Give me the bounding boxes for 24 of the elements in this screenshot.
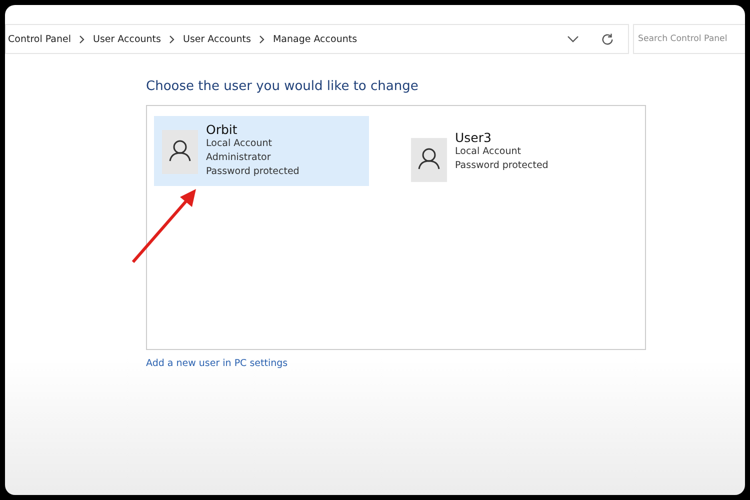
- account-detail: Password protected: [206, 165, 300, 179]
- account-detail: Password protected: [455, 159, 548, 173]
- user-avatar-icon: [162, 130, 198, 174]
- user-avatar-icon: [411, 138, 447, 182]
- account-name: User3: [455, 130, 492, 145]
- breadcrumb-item[interactable]: User Accounts: [93, 34, 161, 44]
- search-field[interactable]: Search Control Panel: [633, 24, 745, 54]
- account-detail: Local Account: [206, 137, 273, 151]
- add-user-link[interactable]: Add a new user in PC settings: [146, 358, 288, 369]
- account-name: Orbit: [206, 122, 238, 137]
- breadcrumb-item[interactable]: User Accounts: [182, 34, 251, 44]
- chevron-icon: [168, 34, 175, 44]
- page-heading: Choose the user you would like to change: [146, 79, 420, 94]
- breadcrumb-item[interactable]: Control Panel: [8, 34, 71, 44]
- account-tile[interactable]: User3 Local Account Password protected: [403, 116, 618, 186]
- chevron-icon: [258, 34, 265, 44]
- address-bar[interactable]: Control Panel User Accounts User Accounts Manage Accounts: [5, 24, 629, 54]
- account-detail: Local Account: [455, 145, 522, 159]
- refresh-icon[interactable]: [601, 32, 614, 46]
- breadcrumb-item[interactable]: Manage Accounts: [272, 34, 358, 44]
- chevron-icon: [79, 34, 85, 44]
- account-tile[interactable]: Orbit Local Account Administrator Password protected: [154, 116, 369, 186]
- account-detail: Administrator: [206, 151, 272, 165]
- dropdown-icon[interactable]: [567, 35, 579, 43]
